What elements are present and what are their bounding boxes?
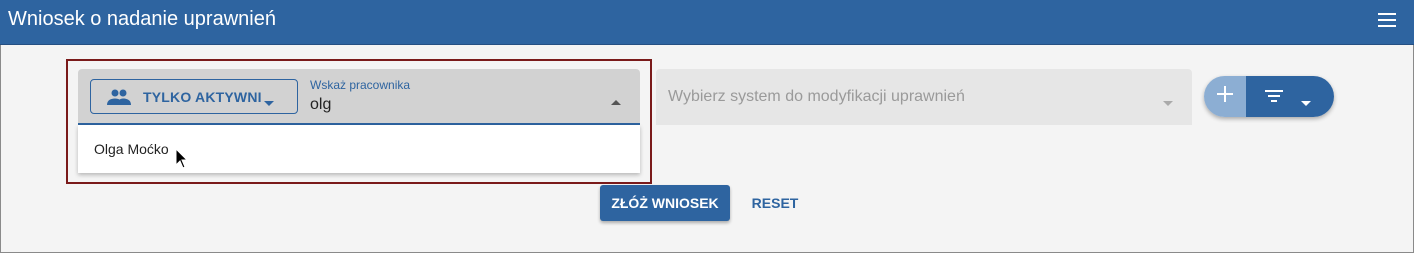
mouse-pointer-icon: [175, 147, 189, 175]
reset-button[interactable]: RESET: [745, 185, 805, 221]
chevron-down-icon: [263, 94, 275, 112]
collapse-arrow-icon[interactable]: [610, 93, 622, 111]
employee-suggestions-list: Olga Moćko: [78, 125, 640, 173]
employee-autocomplete: TYLKO AKTYWNI Wskaż pracownika: [78, 69, 640, 125]
filter-menu-button[interactable]: [1246, 76, 1334, 117]
employee-field-label: Wskaż pracownika: [310, 78, 411, 92]
filter-icon: [1264, 88, 1284, 109]
chevron-down-icon: [1162, 94, 1174, 112]
employee-search-input[interactable]: [310, 95, 590, 115]
people-icon: [107, 88, 131, 111]
system-select-placeholder: Wybierz system do modyfikacji uprawnień: [668, 88, 965, 105]
page-title: Wniosek o nadanie uprawnień: [8, 8, 276, 30]
only-active-toggle-button[interactable]: TYLKO AKTYWNI: [90, 79, 298, 114]
only-active-toggle-label: TYLKO AKTYWNI: [143, 89, 262, 105]
hamburger-menu-icon[interactable]: [1374, 8, 1400, 32]
system-select[interactable]: Wybierz system do modyfikacji uprawnień: [656, 69, 1192, 125]
add-button[interactable]: [1204, 76, 1246, 117]
chevron-down-icon: [1300, 94, 1312, 112]
submit-request-button[interactable]: ZŁÓŻ WNIOSEK: [600, 185, 730, 221]
app-header: Wniosek o nadanie uprawnień: [0, 0, 1414, 45]
plus-icon: [1217, 86, 1233, 107]
suggestion-item[interactable]: Olga Moćko: [94, 141, 169, 157]
action-button-group: [1204, 76, 1334, 117]
